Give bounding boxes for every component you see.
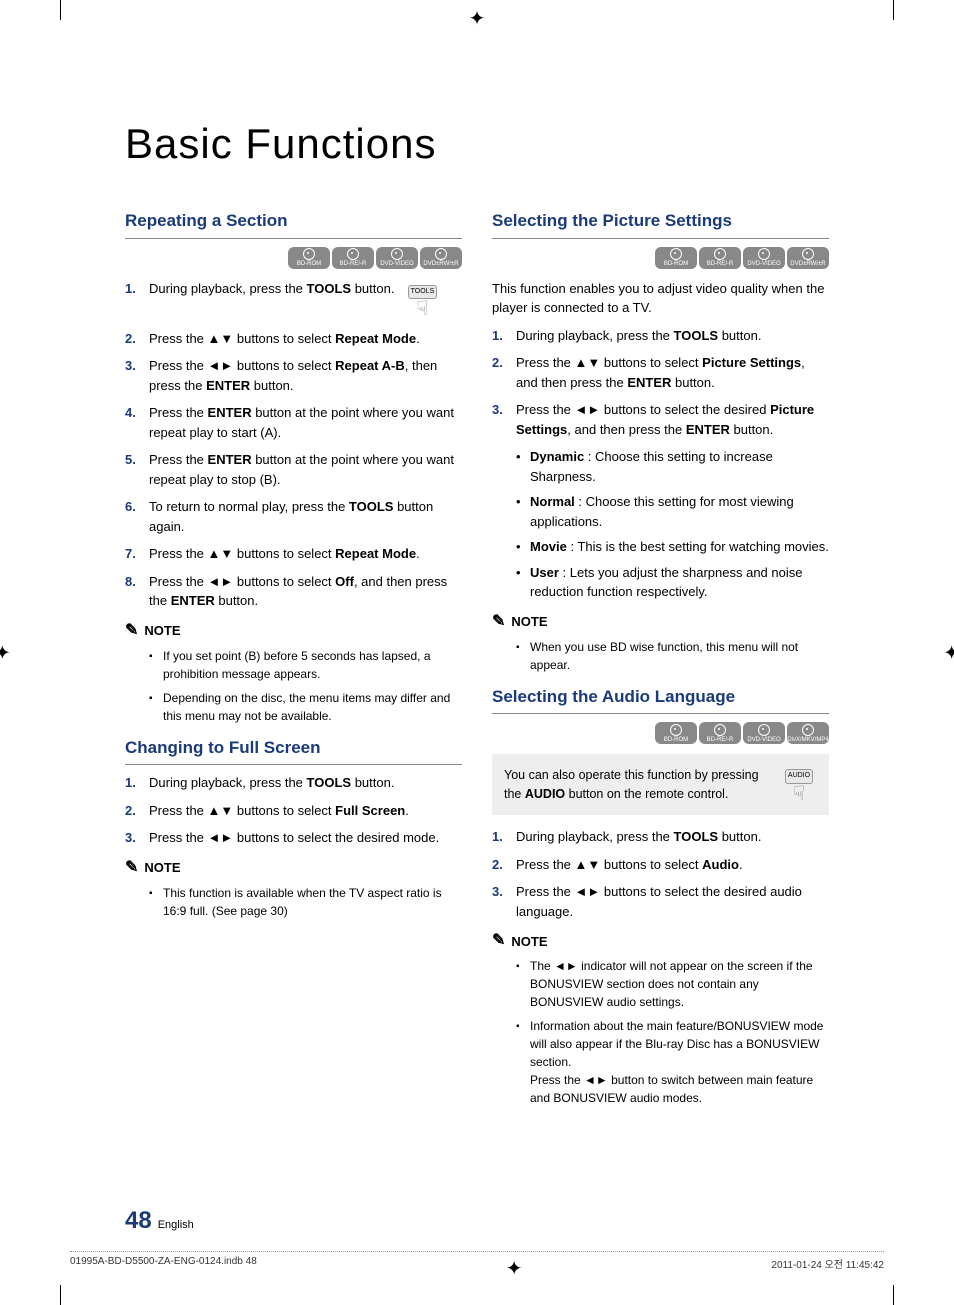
disc-badge: DVD-VIDEO <box>376 247 418 269</box>
list-item: This function is available when the TV a… <box>149 884 462 920</box>
disc-badge: BD-RE/-R <box>699 722 741 744</box>
disc-badge: BD-RE/-R <box>699 247 741 269</box>
registration-mark-icon: ✦ <box>506 1256 523 1281</box>
disc-badges: BD-ROM BD-RE/-R DVD-VIDEO DVD±RW/±R <box>492 247 829 269</box>
page-number: 48 <box>125 1207 152 1235</box>
bullet-list: Dynamic : Choose this setting to increas… <box>516 447 829 602</box>
note-heading: ✎NOTE <box>492 610 829 634</box>
note-list: When you use BD wise function, this menu… <box>516 638 829 674</box>
crop-mark <box>60 1285 61 1305</box>
list-item: 2.Press the ▲▼ buttons to select Full Sc… <box>125 801 462 821</box>
disc-badge: DVD±RW/±R <box>420 247 462 269</box>
crop-mark <box>893 0 894 20</box>
right-column: Selecting the Picture Settings BD-ROM BD… <box>492 198 829 1115</box>
list-item: 7.Press the ▲▼ buttons to select Repeat … <box>125 544 462 564</box>
list-item: 1.During playback, press the TOOLS butto… <box>492 326 829 346</box>
note-icon: ✎ <box>125 856 138 880</box>
list-item: Normal : Choose this setting for most vi… <box>516 492 829 531</box>
note-icon: ✎ <box>492 610 505 634</box>
list-item: 1. During playback, press the TOOLS butt… <box>125 279 462 321</box>
section-heading: Changing to Full Screen <box>125 735 462 766</box>
list-item: Depending on the disc, the menu items ma… <box>149 689 462 725</box>
step-list: 1.During playback, press the TOOLS butto… <box>492 326 829 440</box>
note-heading: ✎NOTE <box>492 929 829 953</box>
list-item: 4.Press the ENTER button at the point wh… <box>125 403 462 442</box>
list-item: Movie : This is the best setting for wat… <box>516 537 829 557</box>
list-item: User : Lets you adjust the sharpness and… <box>516 563 829 602</box>
list-item: 3.Press the ◄► buttons to select the des… <box>492 882 829 921</box>
page-footer: 48 English <box>125 1207 194 1235</box>
list-item: The ◄► indicator will not appear on the … <box>516 957 829 1011</box>
list-item: Dynamic : Choose this setting to increas… <box>516 447 829 486</box>
note-heading: ✎NOTE <box>125 856 462 880</box>
crop-mark <box>60 0 61 20</box>
section-heading: Selecting the Audio Language <box>492 684 829 715</box>
registration-mark-icon: ✦ <box>943 640 954 665</box>
left-column: Repeating a Section BD-ROM BD-RE/-R DVD-… <box>125 198 462 1115</box>
disc-badge: DVD-VIDEO <box>743 247 785 269</box>
intro-text: This function enables you to adjust vide… <box>492 279 829 318</box>
section-heading: Selecting the Picture Settings <box>492 208 829 239</box>
list-item: 1.During playback, press the TOOLS butto… <box>125 773 462 793</box>
list-item: 8.Press the ◄► buttons to select Off, an… <box>125 572 462 611</box>
list-item: 1.During playback, press the TOOLS butto… <box>492 827 829 847</box>
step-list: 1. During playback, press the TOOLS butt… <box>125 279 462 611</box>
callout-box: You can also operate this function by pr… <box>492 754 829 815</box>
disc-badge: DVD±RW/±R <box>787 247 829 269</box>
list-item: 3.Press the ◄► buttons to select Repeat … <box>125 356 462 395</box>
list-item: 2.Press the ▲▼ buttons to select Repeat … <box>125 329 462 349</box>
note-icon: ✎ <box>125 619 138 643</box>
disc-badge: DVD-VIDEO <box>743 722 785 744</box>
registration-mark-icon: ✦ <box>0 640 11 665</box>
list-item: Information about the main feature/BONUS… <box>516 1017 829 1107</box>
list-item: 5.Press the ENTER button at the point wh… <box>125 450 462 489</box>
audio-button-icon: AUDIO☟ <box>781 764 817 805</box>
disc-badge: BD-ROM <box>655 247 697 269</box>
section-heading: Repeating a Section <box>125 208 462 239</box>
page-title: Basic Functions <box>125 120 894 168</box>
list-item: 6.To return to normal play, press the TO… <box>125 497 462 536</box>
disc-badges: BD-ROM BD-RE/-R DVD-VIDEO DVD±RW/±R <box>125 247 462 269</box>
page-language: English <box>158 1219 194 1231</box>
list-item: 3.Press the ◄► buttons to select the des… <box>125 828 462 848</box>
disc-badge: BD-ROM <box>288 247 330 269</box>
list-item: 2.Press the ▲▼ buttons to select Audio. <box>492 855 829 875</box>
note-list: The ◄► indicator will not appear on the … <box>516 957 829 1107</box>
disc-badge: BD-ROM <box>655 722 697 744</box>
print-metadata: 01995A-BD-D5500-ZA-ENG-0124.indb 48 ✦ 20… <box>70 1251 884 1281</box>
disc-badge: BD-RE/-R <box>332 247 374 269</box>
step-list: 1.During playback, press the TOOLS butto… <box>492 827 829 921</box>
page: ✦ ✦ ✦ Basic Functions Repeating a Sectio… <box>0 0 954 1305</box>
print-filename: 01995A-BD-D5500-ZA-ENG-0124.indb 48 <box>70 1256 257 1281</box>
list-item: 3.Press the ◄► buttons to select the des… <box>492 400 829 439</box>
list-item: When you use BD wise function, this menu… <box>516 638 829 674</box>
note-list: If you set point (B) before 5 seconds ha… <box>149 647 462 725</box>
crop-mark <box>893 1285 894 1305</box>
disc-badges: BD-ROM BD-RE/-R DVD-VIDEO DivX/MKV/MP4 <box>492 722 829 744</box>
note-heading: ✎NOTE <box>125 619 462 643</box>
list-item: 2.Press the ▲▼ buttons to select Picture… <box>492 353 829 392</box>
print-timestamp: 2011-01-24 오전 11:45:42 <box>771 1256 884 1281</box>
list-item: If you set point (B) before 5 seconds ha… <box>149 647 462 683</box>
tools-button-icon: TOOLS☟ <box>404 279 440 321</box>
disc-badge: DivX/MKV/MP4 <box>787 722 829 744</box>
note-list: This function is available when the TV a… <box>149 884 462 920</box>
content-area: Basic Functions Repeating a Section BD-R… <box>60 30 894 1115</box>
registration-mark-icon: ✦ <box>469 6 486 31</box>
note-icon: ✎ <box>492 929 505 953</box>
step-list: 1.During playback, press the TOOLS butto… <box>125 773 462 848</box>
